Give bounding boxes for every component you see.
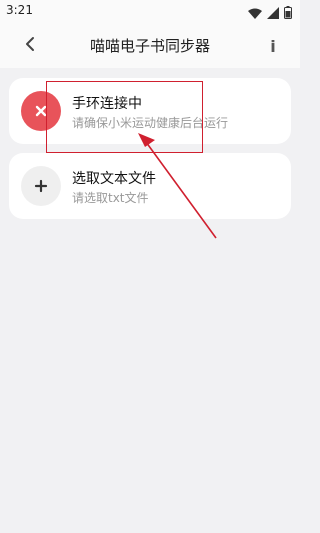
annotation-arrow bbox=[138, 133, 217, 239]
